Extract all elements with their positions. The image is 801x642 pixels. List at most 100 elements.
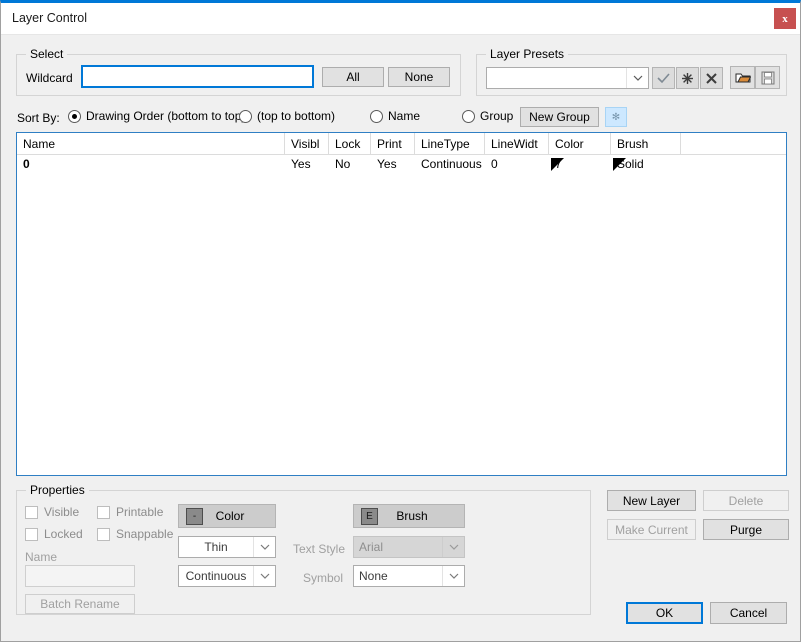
cell-visible[interactable]: Yes — [285, 155, 329, 173]
checkbox-indicator — [97, 528, 110, 541]
symbol-label: Symbol — [303, 571, 343, 585]
cell-spacer — [681, 155, 781, 173]
cell-name: 0 — [17, 155, 285, 173]
lineweight-value: Thin — [179, 540, 253, 554]
column-header-visible[interactable]: Visibl — [285, 133, 329, 154]
sort-option-label: Name — [388, 109, 420, 123]
cell-color[interactable]: 7 — [549, 155, 611, 173]
close-button[interactable]: x — [774, 8, 796, 29]
layer-control-dialog: Layer Control x Select Wildcard All None… — [0, 0, 801, 642]
asterisk-icon — [681, 72, 694, 85]
brush-swatch-icon — [613, 158, 626, 171]
linetype-combo[interactable]: Continuous — [178, 565, 276, 587]
select-all-button[interactable]: All — [322, 67, 384, 87]
title-bar: Layer Control x — [1, 3, 800, 35]
sort-by-label: Sort By: — [17, 111, 60, 125]
checkbox-indicator — [25, 528, 38, 541]
table-row[interactable]: 0 Yes No Yes Continuous 0 7 Solid — [17, 155, 786, 173]
folder-open-icon — [735, 71, 751, 84]
layer-name-label: Name — [25, 550, 57, 564]
select-none-button[interactable]: None — [388, 67, 450, 87]
cell-print[interactable]: Yes — [371, 155, 415, 173]
checkbox-printable[interactable]: Printable — [97, 505, 163, 519]
brush-property-label: Brush — [378, 509, 464, 523]
layer-list[interactable]: Name Visibl Lock Print LineType LineWidt… — [16, 132, 787, 476]
check-icon — [657, 73, 670, 84]
window-title: Layer Control — [12, 11, 87, 25]
symbol-combo[interactable]: None — [353, 565, 465, 587]
checkbox-indicator — [25, 506, 38, 519]
cell-linewidth[interactable]: 0 — [485, 155, 549, 173]
sort-option-drawing-order-bottom-top[interactable]: Drawing Order (bottom to top) — [68, 109, 245, 123]
delete-group-button[interactable]: ✻ — [605, 107, 627, 127]
radio-indicator — [370, 110, 383, 123]
radio-indicator — [239, 110, 252, 123]
layer-list-header: Name Visibl Lock Print LineType LineWidt… — [17, 133, 786, 155]
text-style-combo[interactable]: Arial — [353, 536, 465, 558]
sort-option-name[interactable]: Name — [370, 109, 420, 123]
wildcard-input[interactable] — [81, 65, 314, 88]
lineweight-combo[interactable]: Thin — [178, 536, 276, 558]
preset-save-button[interactable] — [755, 66, 780, 89]
sort-option-label: Group — [480, 109, 513, 123]
text-style-label: Text Style — [293, 542, 345, 556]
preset-combo[interactable] — [486, 67, 649, 89]
text-style-value: Arial — [354, 540, 442, 554]
properties-group-legend: Properties — [26, 483, 89, 497]
save-disk-icon — [761, 71, 775, 85]
wildcard-label: Wildcard — [26, 71, 73, 85]
sort-option-label: Drawing Order (bottom to top) — [86, 109, 245, 123]
cancel-button[interactable]: Cancel — [710, 602, 787, 624]
checkbox-label: Snappable — [116, 527, 173, 541]
linetype-value: Continuous — [179, 569, 253, 583]
preset-new-button[interactable] — [676, 67, 699, 89]
checkbox-indicator — [97, 506, 110, 519]
purge-button[interactable]: Purge — [703, 519, 789, 540]
preset-delete-button[interactable] — [700, 67, 723, 89]
delete-layer-button[interactable]: Delete — [703, 490, 789, 511]
checkbox-snappable[interactable]: Snappable — [97, 527, 173, 541]
preset-apply-button[interactable] — [652, 67, 675, 89]
sort-option-top-to-bottom[interactable]: (top to bottom) — [239, 109, 335, 123]
column-header-brush[interactable]: Brush — [611, 133, 681, 154]
ok-button[interactable]: OK — [626, 602, 703, 624]
sort-option-group[interactable]: Group — [462, 109, 513, 123]
checkbox-label: Visible — [44, 505, 79, 519]
color-property-button[interactable]: - Color — [178, 504, 276, 528]
cell-linetype[interactable]: Continuous — [415, 155, 485, 173]
new-group-button[interactable]: New Group — [520, 107, 599, 127]
column-header-color[interactable]: Color — [549, 133, 611, 154]
chevron-down-icon — [253, 566, 275, 586]
cell-brush[interactable]: Solid — [611, 155, 681, 173]
chevron-down-icon — [626, 68, 648, 88]
brush-property-button[interactable]: E Brush — [353, 504, 465, 528]
brush-swatch-preview-icon: E — [361, 508, 378, 525]
cell-lock[interactable]: No — [329, 155, 371, 173]
column-header-spacer — [681, 133, 781, 154]
make-current-button[interactable]: Make Current — [607, 519, 696, 540]
checkbox-label: Locked — [44, 527, 83, 541]
column-header-name[interactable]: Name — [17, 133, 285, 154]
column-header-print[interactable]: Print — [371, 133, 415, 154]
symbol-value: None — [354, 569, 442, 583]
chevron-down-icon — [253, 537, 275, 557]
radio-indicator — [462, 110, 475, 123]
layer-name-input[interactable] — [25, 565, 135, 587]
column-header-lock[interactable]: Lock — [329, 133, 371, 154]
preset-open-button[interactable] — [730, 66, 755, 89]
batch-rename-button[interactable]: Batch Rename — [25, 594, 135, 614]
x-mark-icon — [705, 72, 718, 85]
column-header-linewidth[interactable]: LineWidt — [485, 133, 549, 154]
chevron-down-icon — [442, 537, 464, 557]
checkbox-visible[interactable]: Visible — [25, 505, 79, 519]
color-swatch-icon — [551, 158, 564, 171]
radio-indicator — [68, 110, 81, 123]
color-property-label: Color — [203, 509, 275, 523]
chevron-down-icon — [442, 566, 464, 586]
checkbox-label: Printable — [116, 505, 163, 519]
checkbox-locked[interactable]: Locked — [25, 527, 83, 541]
layer-presets-legend: Layer Presets — [486, 47, 568, 61]
select-group-legend: Select — [26, 47, 67, 61]
column-header-linetype[interactable]: LineType — [415, 133, 485, 154]
new-layer-button[interactable]: New Layer — [607, 490, 696, 511]
